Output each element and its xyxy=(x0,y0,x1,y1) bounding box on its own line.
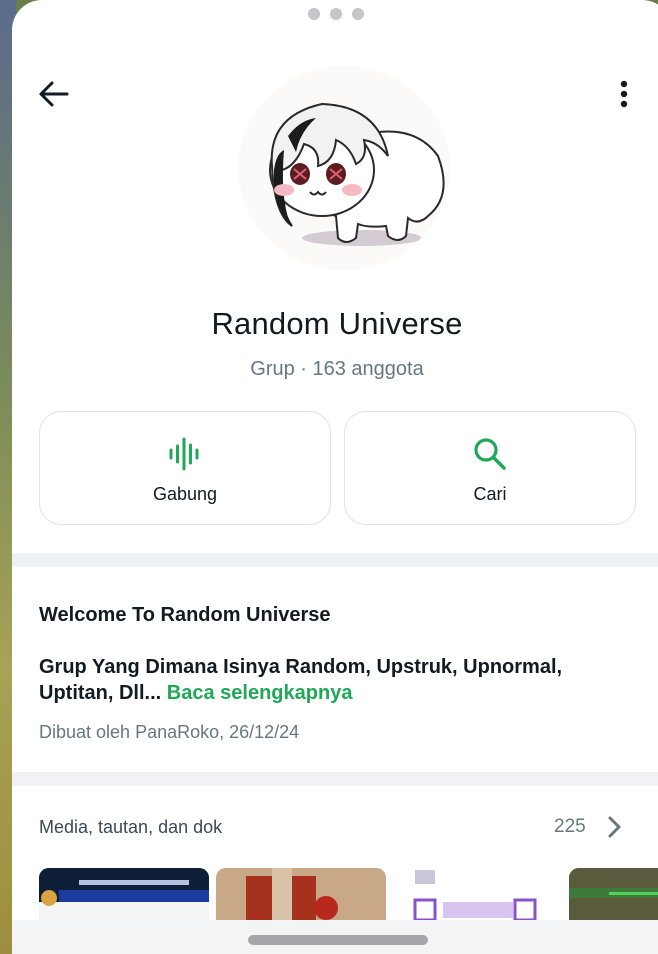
group-member-count: Grup · 163 anggota xyxy=(250,358,424,380)
arrow-left-icon xyxy=(39,81,69,107)
media-thumbnail[interactable] xyxy=(39,868,209,922)
read-more-link[interactable]: Baca selengkapnya xyxy=(167,682,353,704)
search-button[interactable]: Cari xyxy=(344,411,636,525)
section-divider xyxy=(12,553,658,567)
audio-wave-icon xyxy=(169,437,199,471)
group-info-sheet: Random Universe Grup · 163 anggota Gabun… xyxy=(12,0,658,954)
avatar-illustration xyxy=(269,102,445,246)
media-thumbnail[interactable] xyxy=(569,868,658,922)
join-call-button[interactable]: Gabung xyxy=(39,411,331,525)
search-button-label: Cari xyxy=(473,484,507,504)
description-title: Welcome To Random Universe xyxy=(39,604,331,626)
media-thumbnail[interactable] xyxy=(393,868,563,922)
section-divider xyxy=(12,772,658,786)
home-indicator[interactable] xyxy=(248,935,428,945)
media-count[interactable]: 225 xyxy=(554,816,586,838)
drag-handle-dots[interactable] xyxy=(308,8,364,20)
search-icon xyxy=(474,438,506,470)
chevron-right-icon[interactable] xyxy=(604,814,624,840)
description-body: Grup Yang Dimana Isinya Random, Upstruk,… xyxy=(39,654,629,706)
media-section-label[interactable]: Media, tautan, dan dok xyxy=(39,817,222,838)
more-vertical-icon xyxy=(620,80,628,108)
group-avatar[interactable] xyxy=(238,66,450,270)
group-name: Random Universe xyxy=(211,306,463,341)
media-thumbnail[interactable] xyxy=(216,868,386,922)
back-button[interactable] xyxy=(36,76,72,112)
join-button-label: Gabung xyxy=(152,484,218,504)
created-info: Dibuat oleh PanaRoko, 26/12/24 xyxy=(39,722,300,742)
more-options-button[interactable] xyxy=(612,76,636,112)
